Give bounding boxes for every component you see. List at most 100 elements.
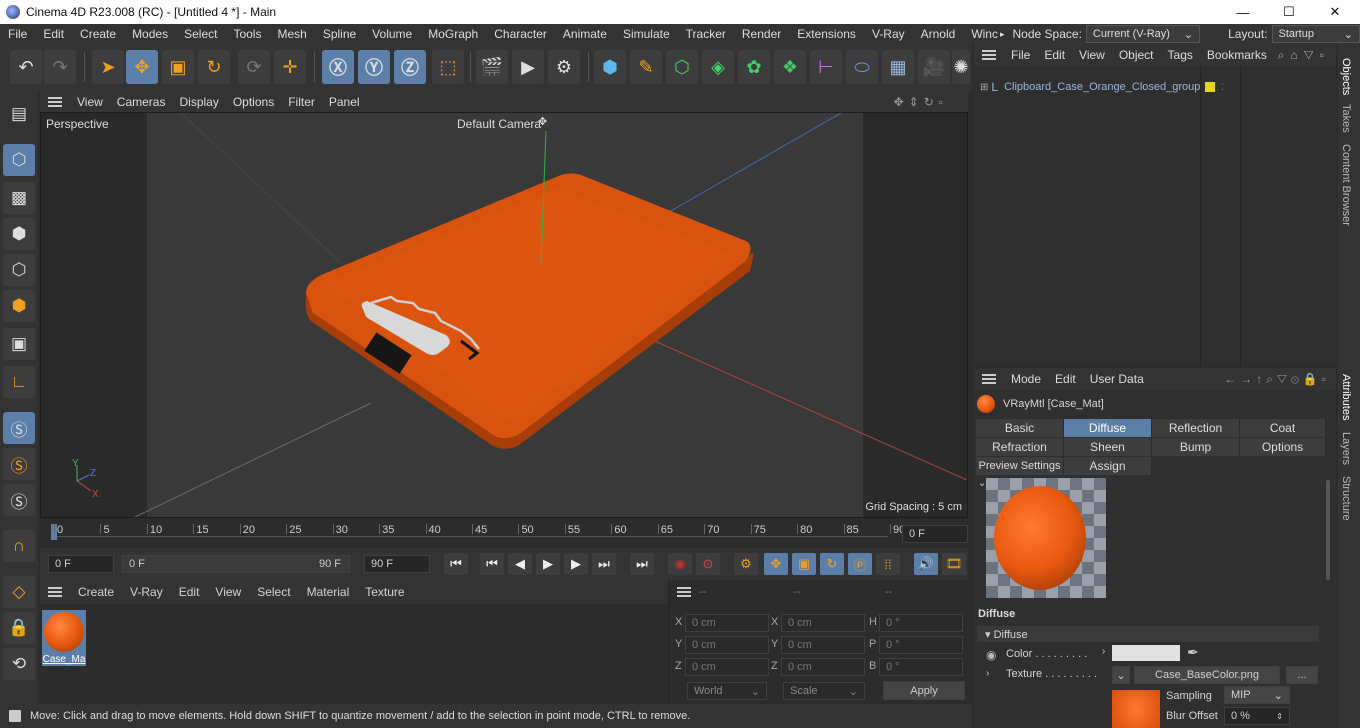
viewport-menu-options[interactable]: Options xyxy=(226,95,281,109)
layout-select[interactable]: Startup ⌄ xyxy=(1271,25,1360,43)
axis-mode-icon[interactable]: ∟ xyxy=(3,366,35,398)
rotate-tool-icon[interactable]: ↻ xyxy=(198,50,230,84)
current-frame-field[interactable]: 0 F xyxy=(902,525,968,543)
coord-value-field[interactable]: 0 cm xyxy=(781,658,865,676)
coord-value-field[interactable]: 0 cm xyxy=(781,636,865,654)
diffuse-group-header[interactable]: ▾ Diffuse xyxy=(977,626,1319,642)
coord-scale-select[interactable]: Scale ⌄ xyxy=(783,682,865,700)
obj-menu-object[interactable]: Object xyxy=(1112,48,1161,62)
menu-animate[interactable]: Animate xyxy=(555,27,615,41)
object-name[interactable]: Clipboard_Case_Orange_Closed_group xyxy=(1004,81,1200,93)
side-tab-takes[interactable]: Takes xyxy=(1340,104,1352,133)
coord-space-select[interactable]: World ⌄ xyxy=(687,682,767,700)
hamburger-icon[interactable] xyxy=(48,97,62,107)
blur-offset-field[interactable]: 0 % ⇕ xyxy=(1224,707,1290,725)
snap-icon[interactable]: Ⓢ xyxy=(3,412,35,444)
stepper-icon[interactable]: ⇕ xyxy=(1276,712,1283,721)
menu-tracker[interactable]: Tracker xyxy=(678,27,734,41)
mat-menu-view[interactable]: View xyxy=(207,585,249,599)
node-space-select[interactable]: Current (V-Ray) ⌄ xyxy=(1085,25,1201,43)
render-view-icon[interactable]: 🎬 xyxy=(476,50,508,84)
layer-color-tag[interactable] xyxy=(1205,82,1215,92)
magnet-icon[interactable]: ∩ xyxy=(3,530,35,562)
camera-target-icon[interactable]: ✥ xyxy=(538,115,547,128)
menu-extensions[interactable]: Extensions xyxy=(789,27,864,41)
menu-tools[interactable]: Tools xyxy=(225,27,269,41)
scale-tool-icon[interactable]: ▣ xyxy=(162,50,194,84)
menu-render[interactable]: Render xyxy=(734,27,789,41)
texture-menu-button[interactable]: ⌄ xyxy=(1112,666,1130,684)
mat-menu-edit[interactable]: Edit xyxy=(171,585,208,599)
select-cursor-icon[interactable]: ➤ xyxy=(92,50,124,84)
cloner-icon[interactable]: ✿ xyxy=(738,50,770,84)
menu-mograph[interactable]: MoGraph xyxy=(420,27,486,41)
side-tab-attributes[interactable]: Attributes xyxy=(1340,374,1352,420)
viewport-menu-panel[interactable]: Panel xyxy=(322,95,367,109)
locked-workplane-icon[interactable]: 🔒 xyxy=(3,612,35,644)
texture-file-button[interactable]: Case_BaseColor.png xyxy=(1134,666,1280,684)
hamburger-icon[interactable] xyxy=(982,50,996,60)
x-axis-icon[interactable]: Ⓧ xyxy=(322,50,354,84)
hamburger-icon[interactable] xyxy=(982,374,996,384)
side-tab-objects[interactable]: Objects xyxy=(1340,58,1352,95)
object-row[interactable]: ⊞ L Clipboard_Case_Orange_Closed_group ⁚ xyxy=(974,78,1336,96)
mat-menu-select[interactable]: Select xyxy=(249,585,298,599)
menu-create[interactable]: Create xyxy=(72,27,124,41)
coord-value-field[interactable]: 0 cm xyxy=(781,614,865,632)
obj-menu-file[interactable]: File xyxy=(1004,48,1037,62)
cube-icon[interactable]: ⬢ xyxy=(594,50,626,84)
mat-menu-material[interactable]: Material xyxy=(299,585,358,599)
obj-toolbar-icons[interactable]: ⌕⌂▽▫ xyxy=(1278,48,1330,63)
render-picture-viewer-icon[interactable]: ▶ xyxy=(512,50,544,84)
obj-menu-bookmarks[interactable]: Bookmarks xyxy=(1200,48,1274,62)
menu-vray[interactable]: V-Ray xyxy=(864,27,913,41)
hamburger-icon[interactable] xyxy=(48,587,62,597)
points-mode-icon[interactable]: ⬢ xyxy=(3,218,35,250)
menu-arnold[interactable]: Arnold xyxy=(913,27,964,41)
tab-sheen[interactable]: Sheen xyxy=(1064,438,1152,456)
coord-value-field[interactable]: 0 cm xyxy=(685,636,769,654)
frame-range-slider[interactable]: 0 F 90 F xyxy=(122,555,350,573)
viewport-menu-filter[interactable]: Filter xyxy=(281,95,322,109)
next-frame-icon[interactable]: ▶ xyxy=(564,553,588,575)
recent-tool-icon[interactable]: ⟳ xyxy=(238,50,270,84)
end-frame-field[interactable]: 90 F xyxy=(364,555,430,573)
menu-mesh[interactable]: Mesh xyxy=(269,27,314,41)
sampling-select[interactable]: MIP ⌄ xyxy=(1224,686,1290,704)
render-settings-icon[interactable]: ⚙ xyxy=(548,50,580,84)
key-parameter-icon[interactable]: Ⓟ xyxy=(848,553,872,575)
viewport-menu-display[interactable]: Display xyxy=(172,95,225,109)
attr-menu-mode[interactable]: Mode xyxy=(1004,372,1048,386)
maximize-button[interactable]: ☐ xyxy=(1266,0,1312,24)
make-editable-icon[interactable]: ▤ xyxy=(3,98,35,130)
tab-basic[interactable]: Basic xyxy=(976,419,1064,437)
edges-mode-icon[interactable]: ⬡ xyxy=(3,254,35,286)
viewport-menu-view[interactable]: View xyxy=(70,95,110,109)
expand-icon[interactable]: ⊞ xyxy=(980,82,988,93)
coord-value-field[interactable]: 0 ° xyxy=(879,658,963,676)
record-icon[interactable]: ◉ xyxy=(668,553,692,575)
y-axis-icon[interactable]: Ⓨ xyxy=(358,50,390,84)
menu-select[interactable]: Select xyxy=(176,27,225,41)
side-tab-content-browser[interactable]: Content Browser xyxy=(1340,144,1352,226)
coordinate-system-icon[interactable]: ⬚ xyxy=(432,50,464,84)
menu-spline[interactable]: Spline xyxy=(315,27,364,41)
menu-character[interactable]: Character xyxy=(486,27,555,41)
extrude-icon[interactable]: ◈ xyxy=(702,50,734,84)
mat-menu-vray[interactable]: V-Ray xyxy=(122,585,171,599)
visibility-dots-icon[interactable]: ⁚ xyxy=(1221,82,1224,93)
deformer-icon[interactable]: ⊢ xyxy=(810,50,842,84)
camera-icon[interactable]: 🎥 xyxy=(918,50,950,84)
auto-key-icon[interactable]: ⊙ xyxy=(696,553,720,575)
mograph-icon[interactable]: ❖ xyxy=(774,50,806,84)
pen-icon[interactable]: ✎ xyxy=(630,50,662,84)
key-position-icon[interactable]: ✥ xyxy=(764,553,788,575)
workplane-icon[interactable]: ◇ xyxy=(3,576,35,608)
eyedropper-icon[interactable]: ✒ xyxy=(1187,644,1199,661)
move-tool-icon[interactable]: ✥ xyxy=(126,50,158,84)
menu-window[interactable]: Winc xyxy=(963,27,1000,41)
menu-modes[interactable]: Modes xyxy=(124,27,176,41)
add-tool-icon[interactable]: ✛ xyxy=(274,50,306,84)
coord-value-field[interactable]: 0 cm xyxy=(685,658,769,676)
film-icon[interactable]: 🎞 xyxy=(942,553,966,575)
